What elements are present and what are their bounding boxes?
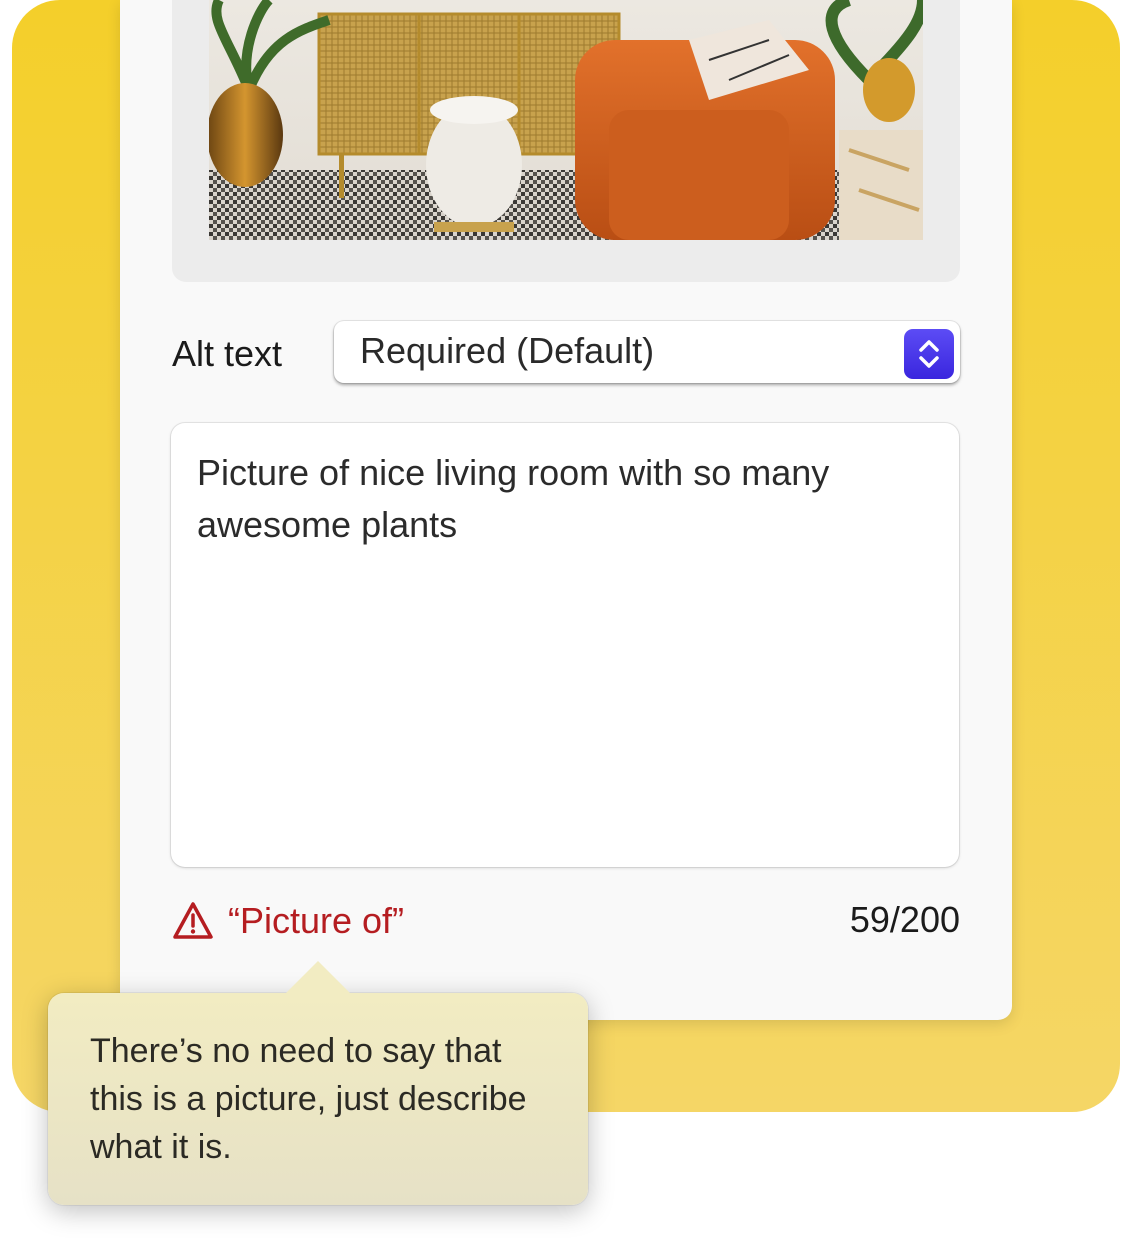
image-preview-frame — [172, 0, 960, 282]
warning-triangle-icon — [173, 902, 213, 939]
warning-text: “Picture of” — [228, 900, 405, 941]
up-down-chevron-icon[interactable] — [904, 329, 954, 379]
living-room-photo — [209, 0, 923, 240]
alt-text-panel: Alt text Required (Default) Picture of n… — [120, 0, 1012, 1020]
alt-text-label: Alt text — [172, 333, 283, 374]
character-counter: 59/200 — [849, 899, 960, 940]
tooltip-text: There’s no need to say that this is a pi… — [90, 1032, 527, 1166]
select-value: Required (Default) — [360, 330, 655, 371]
alt-text-textarea[interactable]: Picture of nice living room with so many… — [171, 423, 959, 867]
alt-text-value: Picture of nice living room with so many… — [197, 452, 830, 545]
alt-text-select[interactable]: Required (Default) — [334, 321, 960, 383]
warning-tooltip: There’s no need to say that this is a pi… — [48, 961, 588, 1205]
tooltip-arrow — [284, 961, 352, 995]
validation-warning: “Picture of” — [172, 898, 404, 944]
